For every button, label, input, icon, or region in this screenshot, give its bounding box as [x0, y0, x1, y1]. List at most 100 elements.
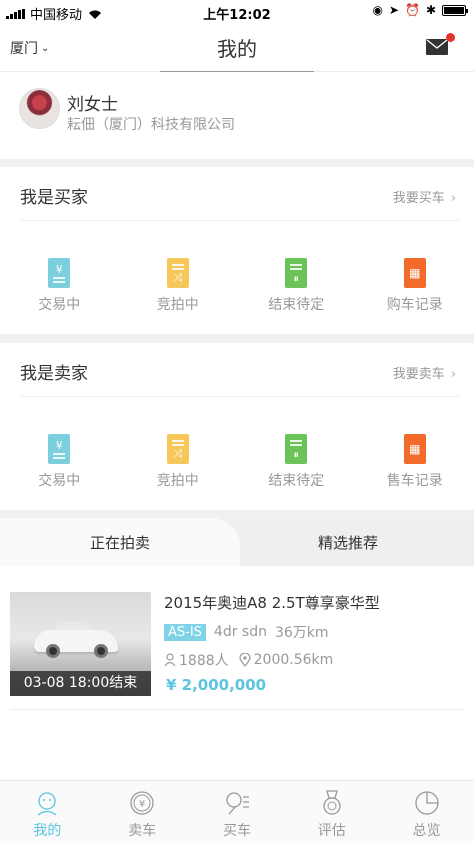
buy-car-link-label: 我要买车 — [392, 191, 445, 206]
car-wheel-front — [46, 644, 60, 658]
seller-bidding-item[interactable]: ⤨ 竞拍中 — [119, 398, 238, 508]
buyer-trading-label: 交易中 — [38, 297, 81, 313]
buyer-section-header: 我是买家 我要买车 › — [20, 167, 460, 221]
user-company: 耘佃（厦门）科技有限公司 — [67, 117, 235, 133]
tab-featured[interactable]: 精选推荐 — [318, 532, 378, 553]
bidding-doc-icon: ⤨ — [166, 434, 189, 464]
car-photo[interactable]: 03-08 18:00结束 — [10, 592, 151, 696]
location-pin-icon — [239, 653, 251, 667]
notification-dot — [446, 33, 455, 42]
tabbar-overview[interactable]: 总览 — [379, 781, 474, 843]
bluetooth-icon: ✱ — [425, 3, 436, 17]
tabbar-evaluate[interactable]: 评估 — [284, 781, 379, 843]
chevron-right-icon: › — [450, 367, 456, 382]
buy-car-link[interactable]: 我要买车 › — [393, 187, 456, 206]
tabbar-overview-label: 总览 — [412, 823, 441, 839]
tabbar-mine[interactable]: 我的 — [0, 781, 95, 843]
car-price: ¥ 2,000,000 — [166, 676, 267, 694]
location-arrow-icon: ➤ — [388, 3, 399, 17]
buyer-pending-label: 结束待定 — [268, 297, 325, 313]
person-icon — [37, 792, 57, 816]
sell-car-link-label: 我要卖车 — [392, 367, 445, 382]
tabbar-buy[interactable]: 买车 — [190, 781, 285, 843]
avatar[interactable] — [19, 88, 60, 129]
tabbar-sell[interactable]: ¥ 卖车 — [95, 781, 190, 843]
status-right: ◉ ➤ ⏰ ✱ — [372, 3, 468, 17]
buyer-bidding-item[interactable]: ⤨ 竞拍中 — [119, 222, 238, 332]
buyer-status-grid: ¥ 交易中 ⤨ 竞拍中 ⏸ 结束待定 ▦ 购车记录 — [0, 222, 474, 332]
bidding-doc-icon: ⤨ — [166, 258, 189, 288]
alarm-icon: ⏰ — [404, 3, 420, 17]
trading-doc-icon: ¥ — [48, 258, 71, 288]
watchers-count: 1888人 — [179, 653, 229, 669]
list-item[interactable]: 03-08 18:00结束 2015年奥迪A8 2.5T尊享豪华型 AS-IS … — [0, 566, 474, 710]
svg-text:¥: ¥ — [139, 799, 145, 810]
magnifier-list-icon — [226, 792, 249, 815]
seller-trading-item[interactable]: ¥ 交易中 — [0, 398, 119, 508]
page-title: 我的 — [160, 24, 314, 72]
tab-live-auction-label: 正在拍卖 — [90, 534, 151, 552]
buyer-section: 我是买家 我要买车 › ¥ 交易中 ⤨ 竞拍中 ⏸ 结束待定 ▦ 购车记录 — [0, 167, 474, 334]
buyer-record-label: 购车记录 — [386, 297, 443, 313]
pending-doc-icon: ⏸ — [285, 258, 308, 288]
mail-button[interactable] — [426, 33, 455, 55]
car-specs: AS-IS 4dr sdn 36万km — [164, 622, 329, 642]
trading-doc-icon: ¥ — [48, 434, 71, 464]
seller-section-title: 我是卖家 — [20, 364, 88, 384]
seller-section-header: 我是卖家 我要卖车 › — [20, 343, 460, 397]
car-title: 2015年奥迪A8 2.5T尊享豪华型 — [164, 594, 380, 612]
user-name: 刘女士 — [67, 95, 118, 115]
seller-trading-label: 交易中 — [38, 473, 81, 489]
buyer-section-title: 我是买家 — [20, 188, 88, 208]
bottom-tab-bar: 我的 ¥ 卖车 买车 评估 总览 — [0, 780, 474, 843]
buyer-record-item[interactable]: ▦ 购车记录 — [356, 222, 474, 332]
as-is-badge: AS-IS — [164, 623, 206, 641]
city-label: 厦门 — [10, 41, 38, 57]
distance-group: 2000.56km — [239, 652, 334, 668]
purchase-record-icon: ▦ — [403, 258, 426, 288]
car-meta: 1888人 2000.56km — [164, 650, 333, 670]
nav-bar: 厦门 ⌄ 我的 — [0, 24, 474, 72]
seller-pending-item[interactable]: ⏸ 结束待定 — [237, 398, 356, 508]
envelope-icon — [426, 39, 448, 49]
section-divider — [0, 510, 474, 518]
section-divider — [0, 334, 474, 343]
tabbar-buy-label: 买车 — [222, 823, 251, 839]
listing-tabs: 正在拍卖 精选推荐 — [0, 518, 474, 566]
chevron-right-icon: › — [450, 191, 456, 206]
medal-icon — [323, 790, 341, 815]
status-bar: 中国移动 上午12:02 ◉ ➤ ⏰ ✱ — [0, 0, 474, 24]
seller-pending-label: 结束待定 — [268, 473, 325, 489]
section-divider — [0, 159, 474, 167]
sale-record-icon: ▦ — [403, 434, 426, 464]
city-selector[interactable]: 厦门 ⌄ — [10, 38, 49, 58]
pending-doc-icon: ⏸ — [285, 434, 308, 464]
sell-car-link[interactable]: 我要卖车 › — [393, 363, 456, 382]
car-body-type: 4dr sdn — [213, 624, 267, 640]
orientation-lock-icon: ◉ — [372, 3, 383, 17]
auction-end-time: 03-08 18:00结束 — [10, 671, 151, 696]
pie-chart-icon — [414, 791, 439, 815]
seller-status-grid: ¥ 交易中 ⤨ 竞拍中 ⏸ 结束待定 ▦ 售车记录 — [0, 398, 474, 508]
buyer-trading-item[interactable]: ¥ 交易中 — [0, 222, 119, 332]
distance-value: 2000.56km — [253, 652, 334, 668]
seller-section: 我是卖家 我要卖车 › ¥ 交易中 ⤨ 竞拍中 ⏸ 结束待定 ▦ 售车记录 — [0, 343, 474, 510]
tab-live-auction[interactable]: 正在拍卖 — [0, 518, 240, 566]
tabbar-sell-label: 卖车 — [128, 823, 157, 839]
seller-record-item[interactable]: ▦ 售车记录 — [356, 398, 474, 508]
watchers-group: 1888人 — [164, 650, 229, 670]
profile-card[interactable]: 刘女士 耘佃（厦门）科技有限公司 — [0, 73, 474, 159]
list-divider — [10, 709, 464, 710]
buyer-bidding-label: 竞拍中 — [156, 297, 199, 313]
seller-bidding-label: 竞拍中 — [156, 473, 199, 489]
person-icon — [164, 653, 176, 667]
buyer-pending-item[interactable]: ⏸ 结束待定 — [237, 222, 356, 332]
car-mileage: 36万km — [274, 625, 329, 641]
seller-record-label: 售车记录 — [386, 473, 443, 489]
tabbar-evaluate-label: 评估 — [317, 823, 346, 839]
yuan-coin-icon: ¥ — [130, 791, 154, 815]
chevron-down-icon: ⌄ — [41, 42, 50, 54]
battery-icon — [442, 4, 468, 16]
tabbar-mine-label: 我的 — [33, 823, 62, 839]
car-wheel-rear — [94, 644, 108, 658]
